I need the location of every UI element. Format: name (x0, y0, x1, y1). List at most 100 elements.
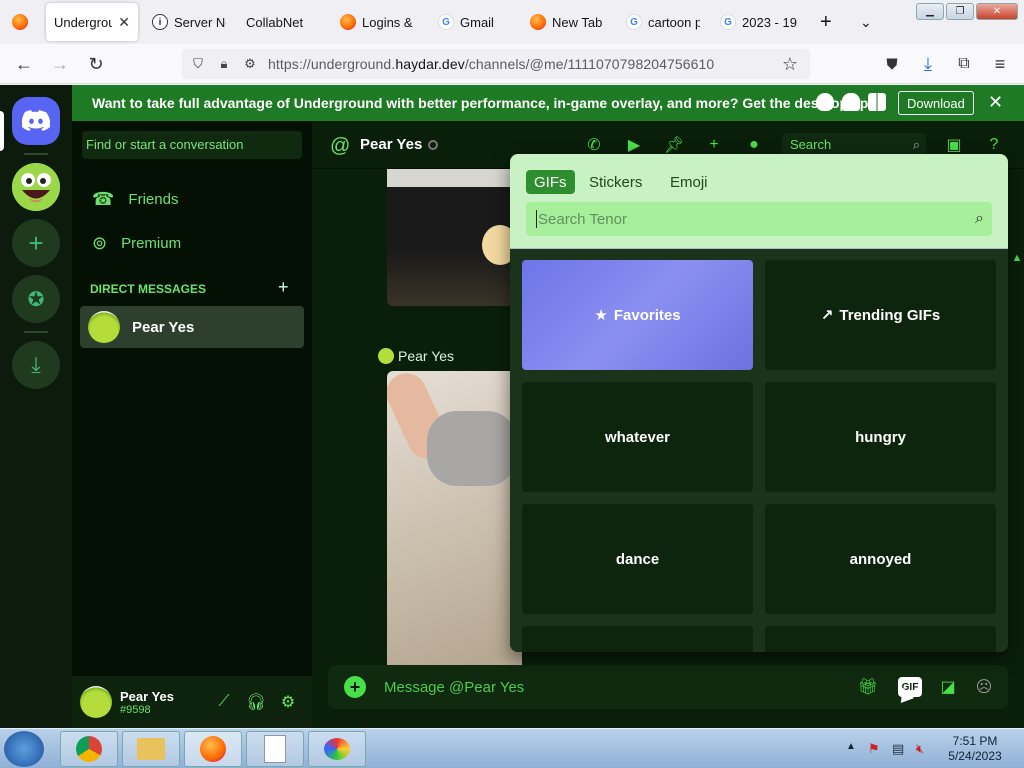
close-window-button[interactable]: ✕ (976, 3, 1018, 20)
find-conversation-button[interactable]: Find or start a conversation (82, 131, 302, 159)
sticker-icon[interactable]: ◪ (936, 675, 960, 699)
flag-icon[interactable]: ⚑ (868, 741, 880, 757)
tab-cartoon[interactable]: G cartoon p (618, 0, 708, 44)
firefox-menu-tab[interactable] (4, 0, 38, 44)
browser-nav-bar: ← → ↻ ⛉ 🔒︎ ⚙ https://underground.haydar.… (0, 44, 1024, 84)
list-tabs-chevron-icon[interactable]: ⌄ (852, 0, 878, 44)
close-banner-icon[interactable]: ✕ (988, 92, 1003, 113)
rail-separator (24, 331, 48, 333)
new-tab-button[interactable]: + (812, 0, 838, 44)
emoji-icon[interactable]: ☹ (972, 675, 996, 699)
upload-plus-icon[interactable]: + (344, 676, 366, 698)
tab-label: Undergrou (54, 14, 113, 30)
url-bar[interactable]: ⛉ 🔒︎ ⚙ https://underground.haydar.dev/ch… (182, 49, 810, 79)
message-image[interactable] (387, 371, 522, 671)
tab-underground[interactable]: Undergrou ✕ (46, 3, 138, 41)
taskbar-explorer[interactable] (122, 731, 180, 767)
browser-tab-bar: Undergrou ✕ i Server No CollabNet Logins… (0, 0, 1024, 44)
dm-item-pear-yes[interactable]: Pear Yes (80, 306, 304, 348)
downloads-icon[interactable]: ⤓ (916, 52, 940, 76)
gif-tile-annoyed[interactable]: annoyed (765, 504, 996, 614)
sidebar-item-friends[interactable]: ☎ Friends (80, 178, 304, 220)
minimize-button[interactable]: ▁ (916, 3, 944, 20)
bookmark-star-icon[interactable]: ☆ (778, 52, 802, 76)
message-input[interactable] (384, 678, 824, 696)
clock-time: 7:51 PM (952, 734, 998, 748)
tenor-search[interactable]: ⌕ (526, 202, 992, 236)
tab-collabnet[interactable]: CollabNet (238, 0, 328, 44)
download-apps-icon[interactable]: ⤓ (12, 341, 60, 389)
user-info[interactable]: Pear Yes #9598 (120, 689, 174, 716)
taskbar-notepad[interactable] (246, 731, 304, 767)
add-server-plus-icon[interactable]: + (12, 219, 60, 267)
trending-icon: ↗ (820, 307, 834, 324)
chat-scrollbar[interactable]: ▲ ▼ (1010, 169, 1024, 749)
url-text[interactable]: https://underground.haydar.dev/channels/… (268, 56, 714, 72)
google-icon: G (626, 14, 642, 30)
reload-icon[interactable]: ↻ (84, 52, 108, 76)
start-button[interactable] (4, 731, 44, 767)
tab-label: 2023 - 19 (742, 14, 797, 30)
headphones-icon[interactable]: 🎧︎ (246, 692, 266, 712)
network-icon[interactable]: ▤ (892, 741, 904, 757)
restore-button[interactable]: ❐ (946, 3, 974, 20)
tile-label: whatever (604, 428, 671, 446)
user-panel: Pear Yes #9598 ⟋ 🎧︎ ⚙ (72, 676, 312, 728)
firefox-icon (200, 736, 226, 762)
tray-expand-icon[interactable]: ▲ (846, 741, 856, 752)
gif-tile-trending[interactable]: ↗ Trending GIFs (765, 260, 996, 370)
permissions-icon[interactable]: ⚙ (242, 56, 258, 72)
message-image[interactable] (387, 169, 522, 306)
create-dm-plus-icon[interactable]: + (278, 277, 289, 298)
gif-tile-partial[interactable] (522, 626, 753, 652)
settings-gear-icon[interactable]: ⚙ (278, 692, 298, 712)
tab-gmail[interactable]: G Gmail (430, 0, 520, 44)
document-icon (264, 735, 286, 763)
pocket-icon[interactable]: ⛊ (880, 52, 904, 76)
download-button[interactable]: Download (898, 91, 974, 115)
search-icon: ⌕ (912, 137, 920, 152)
tab-logins[interactable]: Logins & (332, 0, 422, 44)
gift-icon[interactable]: 🎁︎ (856, 675, 880, 699)
gif-tile-hungry[interactable]: hungry (765, 382, 996, 492)
clock[interactable]: 7:51 PM 5/24/2023 (940, 734, 1010, 764)
user-avatar[interactable] (80, 686, 112, 718)
tab-gifs[interactable]: GIFs (526, 170, 575, 194)
server-avatar[interactable] (12, 163, 60, 211)
tab-label: cartoon p (648, 14, 700, 30)
gif-tile-favorites[interactable]: ★ Favorites (522, 260, 753, 370)
star-icon: ★ (594, 307, 608, 324)
tab-new-tab[interactable]: New Tab (522, 0, 616, 44)
forward-arrow-icon[interactable]: → (48, 52, 72, 76)
info-icon: i (152, 14, 168, 30)
tenor-search-input[interactable] (536, 210, 956, 228)
gif-tile-whatever[interactable]: whatever (522, 382, 753, 492)
tile-label: Favorites (613, 306, 681, 324)
tab-stickers[interactable]: Stickers (581, 170, 650, 194)
mute-mic-icon[interactable]: ⟋ (214, 692, 234, 712)
direct-messages-header: DIRECT MESSAGES (90, 282, 207, 296)
gif-tile-dance[interactable]: dance (522, 504, 753, 614)
explore-compass-icon[interactable]: ✪ (12, 275, 60, 323)
message-author[interactable]: Pear Yes (378, 348, 454, 364)
lock-icon[interactable]: 🔒︎ (216, 56, 232, 72)
tab-label: CollabNet (246, 14, 304, 30)
volume-muted-icon[interactable]: 🔇︎ (916, 741, 924, 757)
sidebar-item-premium[interactable]: ⊚ Premium (80, 222, 304, 264)
home-button[interactable] (12, 97, 60, 145)
scroll-up-icon[interactable]: ▲ (1010, 251, 1024, 265)
user-tag: #9598 (120, 703, 151, 716)
extensions-icon[interactable]: ⧉ (952, 52, 976, 76)
tab-server-notes[interactable]: i Server No (144, 0, 234, 44)
back-arrow-icon[interactable]: ← (12, 52, 36, 76)
tile-label: Trending GIFs (839, 306, 941, 324)
shield-icon[interactable]: ⛉ (190, 56, 206, 72)
taskbar-firefox[interactable] (184, 731, 242, 767)
menu-hamburger-icon[interactable]: ≡ (988, 52, 1012, 76)
gif-tile-partial[interactable] (765, 626, 996, 652)
tab-emoji[interactable]: Emoji (662, 170, 716, 194)
tab-2023[interactable]: G 2023 - 19 (712, 0, 806, 44)
taskbar-chrome[interactable] (60, 731, 118, 767)
close-tab-icon[interactable]: ✕ (118, 14, 130, 31)
taskbar-paint[interactable] (308, 731, 366, 767)
